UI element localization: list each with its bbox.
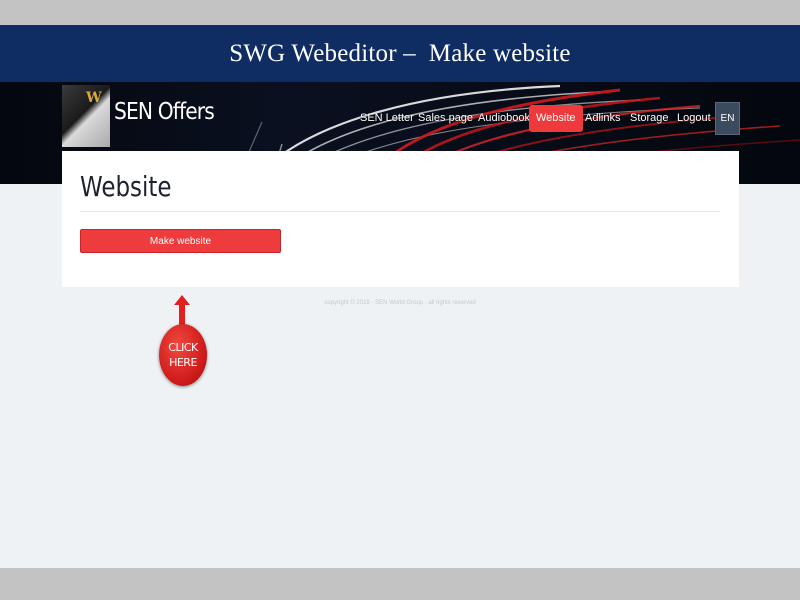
nav-item-logout[interactable]: Logout — [677, 105, 711, 132]
divider — [80, 211, 720, 212]
nav-item-website[interactable]: Website — [529, 105, 583, 132]
make-website-button[interactable]: Make website — [80, 229, 281, 253]
nav-item-adlinks[interactable]: Adlinks — [585, 105, 620, 132]
nav-item-sales-page[interactable]: Sales page — [418, 105, 473, 132]
footer-copyright: copyright © 2019 - SEN World Group - all… — [324, 300, 476, 306]
nav-item-storage[interactable]: Storage — [630, 105, 669, 132]
logo-mark-icon: W — [86, 90, 102, 106]
slide-title-bar: SWG Webeditor – Make website — [0, 25, 800, 82]
main-nav: SEN Letter Sales page Audiobook Website … — [0, 105, 800, 132]
slide-title: SWG Webeditor – Make website — [229, 39, 571, 67]
click-here-line2: HERE — [169, 356, 197, 369]
slide: SWG Webeditor – Make website W SEN Offer… — [0, 25, 800, 568]
content-card: Website Make website — [62, 151, 739, 287]
language-button[interactable]: EN — [715, 102, 740, 135]
nav-item-sen-letter[interactable]: SEN Letter — [360, 105, 414, 132]
page-title: Website — [80, 170, 172, 203]
click-here-badge[interactable]: CLICK HERE — [159, 324, 207, 386]
nav-item-audiobook[interactable]: Audiobook — [478, 105, 530, 132]
click-here-line1: CLICK — [168, 341, 198, 354]
